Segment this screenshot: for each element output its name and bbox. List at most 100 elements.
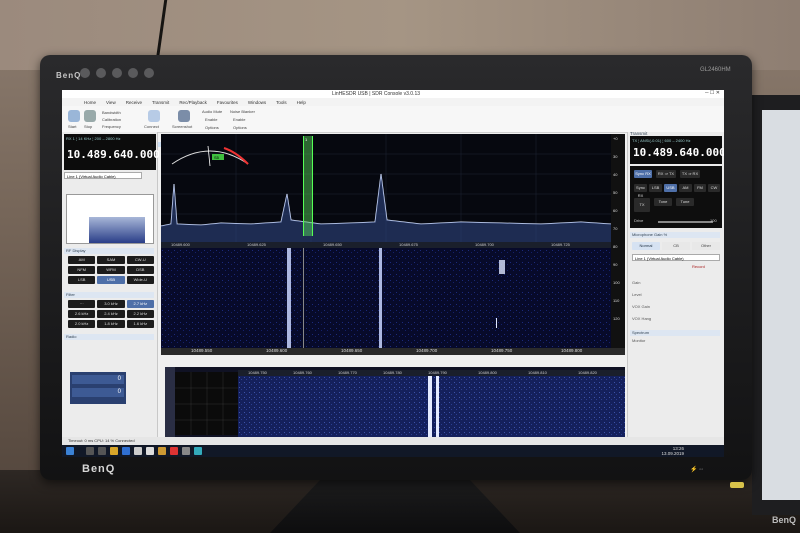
tab-tools[interactable]: Tools <box>276 100 287 105</box>
filter-button[interactable]: 2.4 kHz <box>97 310 125 318</box>
filter-button[interactable]: 2.0 kHz <box>68 320 96 328</box>
stop-icon[interactable] <box>84 110 96 122</box>
start-icon[interactable] <box>68 110 80 122</box>
left-panel: RX 1 ¦ 14 KHz ¦ 200 – 2800 Hz 10.489.640… <box>62 132 160 437</box>
tune-button[interactable]: Tune <box>676 198 694 206</box>
filter-button[interactable]: ··· <box>68 300 96 308</box>
freq-label: 10489.760 <box>293 370 312 375</box>
enable-checkbox[interactable]: Enable <box>233 117 245 122</box>
mode-button[interactable]: NFM <box>68 266 96 274</box>
mode-button[interactable]: CW-U <box>126 256 154 264</box>
oscilloscope <box>175 372 238 435</box>
mode-button[interactable]: AM <box>679 184 692 192</box>
tab-view[interactable]: View <box>106 100 116 105</box>
lower-waterfall[interactable] <box>238 376 625 437</box>
filter-button[interactable]: 2.6 kHz <box>68 310 96 318</box>
monitor-button[interactable] <box>144 68 154 78</box>
monitor-button[interactable] <box>80 68 90 78</box>
filter-header: Filter <box>64 292 154 298</box>
tab-rec-playback[interactable]: Rec/Playback <box>179 100 207 105</box>
sdr-console-icon[interactable] <box>194 447 202 455</box>
rx-to-tx-button[interactable]: RX ⇒ TX <box>656 170 676 178</box>
db-tick: 60 <box>613 208 618 213</box>
monitor-button[interactable] <box>112 68 122 78</box>
connect-label: Connect <box>144 124 159 129</box>
vfo-marker[interactable]: 1 <box>303 136 313 236</box>
edge-icon[interactable] <box>122 447 130 455</box>
tab-favourites[interactable]: Favourites <box>217 100 238 105</box>
camera-icon[interactable] <box>178 110 190 122</box>
filter-button-selected[interactable]: 2.7 kHz <box>126 300 154 308</box>
mode-button-selected[interactable]: USB <box>97 276 125 284</box>
mail-icon[interactable] <box>146 447 154 455</box>
tx-button[interactable]: TX <box>634 198 650 212</box>
task-view-icon[interactable] <box>98 447 106 455</box>
search-icon[interactable] <box>86 447 94 455</box>
bandwidth-button[interactable]: Bandwidth <box>102 110 121 115</box>
filter-button[interactable]: 2.2 kHz <box>126 310 154 318</box>
mode-button[interactable]: AM <box>68 256 96 264</box>
tab-help[interactable]: Help <box>297 100 306 105</box>
start-label: Start <box>68 124 77 129</box>
mic-source-tab[interactable]: Normal <box>632 242 660 250</box>
filter-button[interactable]: 1.8 kHz <box>97 320 125 328</box>
xit-value[interactable]: 0 <box>72 388 124 397</box>
app-icon[interactable] <box>158 447 166 455</box>
calibration-button[interactable]: Calibration <box>102 117 121 122</box>
freq-label: 10489.725 <box>551 242 570 247</box>
filter-button[interactable]: 3.0 kHz <box>97 300 125 308</box>
mode-button[interactable]: WFM <box>97 266 125 274</box>
tab-home[interactable]: Home <box>84 100 96 105</box>
drive-slider[interactable] <box>658 221 713 223</box>
mic-source-tab[interactable]: CB <box>662 242 690 250</box>
mode-button[interactable]: LSB <box>68 276 96 284</box>
mic-device-select[interactable]: Line 1 (Virtual Audio Cable) <box>632 254 720 261</box>
window-title: LinHESDR USB | SDR Console v3.0.13 <box>332 91 421 97</box>
audio-device-select[interactable]: Line 1 (Virtual Audio Cable) <box>64 172 142 179</box>
mode-button[interactable]: LSB <box>649 184 662 192</box>
rit-value[interactable]: 0 <box>72 375 124 384</box>
folder-icon[interactable] <box>110 447 118 455</box>
rx-frequency[interactable]: 10.489.640.000 <box>67 148 160 161</box>
waterfall[interactable] <box>161 248 611 348</box>
ribbon-tabs: Home View Receive Transmit Rec/Playback … <box>62 98 724 106</box>
tab-transmit[interactable]: Transmit <box>152 100 169 105</box>
windows-start-icon[interactable] <box>66 447 74 455</box>
tone-button[interactable]: Tone <box>654 198 672 206</box>
db-tick: 70 <box>613 226 618 231</box>
filter-button[interactable]: 1.6 kHz <box>126 320 154 328</box>
db-tick: 120 <box>613 316 620 321</box>
mode-button[interactable]: Sync RX <box>634 184 647 198</box>
db-tick: 80 <box>613 244 618 249</box>
sync-rx-button[interactable]: Sync RX <box>634 170 652 178</box>
db-tick: 30 <box>613 154 618 159</box>
right-panel: Transmit TX ¦ ANSI(-0.01) ¦ 600 – 2400 H… <box>627 131 724 437</box>
clock[interactable]: 13:26 13.09.2019 <box>661 446 684 456</box>
tab-receive[interactable]: Receive <box>126 100 142 105</box>
mode-button[interactable]: SAM <box>97 256 125 264</box>
window-controls[interactable]: ─ ☐ ✕ <box>705 90 720 96</box>
mode-button[interactable]: CW <box>708 184 720 192</box>
frequency-button[interactable]: Frequency <box>102 124 121 129</box>
lower-toolbar[interactable] <box>165 367 175 437</box>
tx-to-rx-button[interactable]: TX ⇒ RX <box>680 170 700 178</box>
monitor-button[interactable] <box>96 68 106 78</box>
connect-icon[interactable] <box>148 110 160 122</box>
freq-label: 10489.600 <box>266 348 288 353</box>
tx-frequency[interactable]: 10.489.640.000 <box>633 146 724 159</box>
mode-button[interactable]: FM <box>694 184 706 192</box>
store-icon[interactable] <box>134 447 142 455</box>
monitor-button[interactable] <box>128 68 138 78</box>
enable-checkbox[interactable]: Enable <box>205 117 217 122</box>
freq-label: 10489.675 <box>399 242 418 247</box>
app-icon[interactable] <box>182 447 190 455</box>
chrome-icon[interactable] <box>170 447 178 455</box>
mode-button[interactable]: Wide-U <box>126 276 154 284</box>
tab-windows[interactable]: Windows <box>248 100 266 105</box>
mic-source-tab[interactable]: Other <box>692 242 720 250</box>
mode-button[interactable]: DSB <box>126 266 154 274</box>
options-button[interactable]: Options <box>233 125 247 130</box>
options-button[interactable]: Options <box>205 125 219 130</box>
record-button[interactable]: Record <box>692 264 705 269</box>
mode-button-selected[interactable]: USB <box>664 184 677 192</box>
